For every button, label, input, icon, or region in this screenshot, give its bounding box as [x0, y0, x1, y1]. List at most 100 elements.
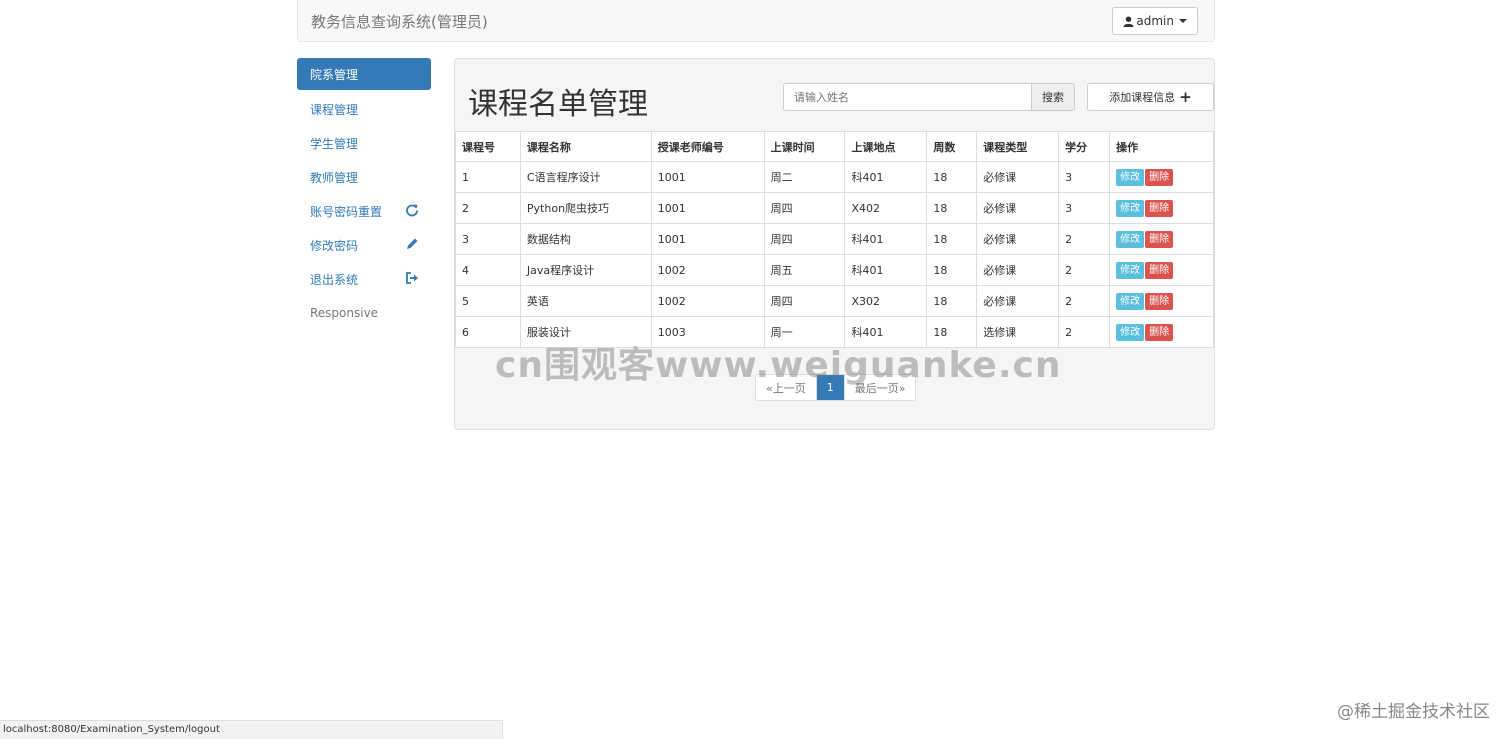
- table-row: 4 Java程序设计 1002 周五 科401 18 必修课 2 修改 删除: [455, 254, 1214, 286]
- sidebar-item-label: 教师管理: [310, 170, 359, 185]
- table-cell: 1001: [650, 161, 765, 193]
- table-cell: 1002: [650, 285, 765, 317]
- table-cell: 周四: [763, 192, 846, 224]
- search-group: 搜索: [783, 83, 1075, 111]
- table-row: 1 C语言程序设计 1001 周二 科401 18 必修课 3 修改 删除: [455, 161, 1214, 193]
- delete-button[interactable]: 删除: [1145, 292, 1174, 310]
- edit-button[interactable]: 修改: [1116, 261, 1145, 279]
- column-header: 课程类型: [976, 131, 1060, 162]
- sidebar-item-courses[interactable]: 课程管理: [297, 92, 431, 126]
- table-cell: 必修课: [976, 161, 1060, 193]
- sidebar-item-label: 修改密码: [310, 238, 359, 253]
- search-input[interactable]: [783, 83, 1032, 111]
- sidebar: 院系管理 课程管理 学生管理 教师管理 账号密码重置 修改密码 退出系统 Res…: [297, 58, 431, 330]
- column-header: 上课地点: [844, 131, 928, 162]
- table-cell: 18: [926, 223, 978, 255]
- edit-button[interactable]: 修改: [1116, 168, 1145, 186]
- delete-button[interactable]: 删除: [1145, 261, 1174, 279]
- table-cell: 2: [1058, 254, 1111, 286]
- table-cell: 18: [926, 285, 978, 317]
- table-cell: 英语: [519, 285, 652, 317]
- table-cell: 4: [455, 254, 521, 286]
- watermark: cn围观客www.weiguanke.cn: [495, 345, 1062, 386]
- sidebar-item-label: 账号密码重置: [310, 204, 383, 219]
- corner-watermark: @稀土掘金技术社区: [1337, 702, 1490, 722]
- plus-icon: +: [1179, 87, 1192, 106]
- sidebar-item-reset-password[interactable]: 账号密码重置: [297, 194, 431, 228]
- user-name: admin: [1136, 14, 1174, 28]
- edit-button[interactable]: 修改: [1116, 292, 1145, 310]
- table-cell: 科401: [844, 161, 928, 193]
- table-cell: 3: [1058, 161, 1111, 193]
- table-cell: 周二: [763, 161, 846, 193]
- table-cell: 数据结构: [519, 223, 652, 255]
- refresh-icon: [406, 204, 418, 217]
- column-header: 课程名称: [519, 131, 652, 162]
- sidebar-item-label: 课程管理: [310, 102, 359, 117]
- table-cell: 周五: [763, 254, 846, 286]
- table-cell: 必修课: [976, 192, 1060, 224]
- search-button[interactable]: 搜索: [1032, 83, 1075, 111]
- column-header: 授课老师编号: [650, 131, 765, 162]
- delete-button[interactable]: 删除: [1145, 199, 1174, 217]
- table-row: 5 英语 1002 周四 X302 18 必修课 2 修改 删除: [455, 285, 1214, 317]
- column-header: 上课时间: [763, 131, 846, 162]
- sidebar-item-label: 退出系统: [310, 272, 359, 287]
- delete-button[interactable]: 删除: [1145, 323, 1174, 341]
- table-cell: Python爬虫技巧: [519, 192, 652, 224]
- table-cell: 科401: [844, 254, 928, 286]
- action-cell: 修改 删除: [1109, 316, 1214, 348]
- sidebar-item-label: 院系管理: [310, 67, 359, 82]
- logout-icon: [406, 272, 418, 284]
- status-bar-url: localhost:8080/Examination_System/logout: [0, 720, 503, 739]
- sidebar-item-logout[interactable]: 退出系统: [297, 262, 431, 296]
- edit-button[interactable]: 修改: [1116, 323, 1145, 341]
- table-cell: 必修课: [976, 223, 1060, 255]
- table-cell: 1001: [650, 192, 765, 224]
- sidebar-item-students[interactable]: 学生管理: [297, 126, 431, 160]
- action-cell: 修改 删除: [1109, 223, 1214, 255]
- table-cell: X302: [844, 285, 928, 317]
- page-title: 课程名单管理: [468, 87, 648, 122]
- table-cell: 2: [1058, 223, 1111, 255]
- column-header: 周数: [926, 131, 978, 162]
- action-cell: 修改 删除: [1109, 161, 1214, 193]
- top-navbar: 教务信息查询系统(管理员) admin: [297, 0, 1215, 42]
- table-cell: C语言程序设计: [519, 161, 652, 193]
- sidebar-item-teachers[interactable]: 教师管理: [297, 160, 431, 194]
- table-cell: 18: [926, 192, 978, 224]
- app-brand[interactable]: 教务信息查询系统(管理员): [311, 11, 488, 32]
- column-header: 学分: [1058, 131, 1111, 162]
- table-header-row: 课程号 课程名称 授课老师编号 上课时间 上课地点 周数 课程类型 学分 操作: [455, 131, 1214, 162]
- table-cell: 必修课: [976, 285, 1060, 317]
- action-cell: 修改 删除: [1109, 285, 1214, 317]
- table-cell: 周四: [763, 223, 846, 255]
- sidebar-item-label: 学生管理: [310, 136, 359, 151]
- add-course-label: 添加课程信息: [1109, 91, 1176, 104]
- edit-button[interactable]: 修改: [1116, 230, 1145, 248]
- table-cell: 3: [1058, 192, 1111, 224]
- sidebar-item-departments[interactable]: 院系管理: [297, 58, 431, 90]
- edit-button[interactable]: 修改: [1116, 199, 1145, 217]
- action-cell: 修改 删除: [1109, 254, 1214, 286]
- user-icon: [1123, 15, 1134, 27]
- table-cell: 周四: [763, 285, 846, 317]
- action-cell: 修改 删除: [1109, 192, 1214, 224]
- table-cell: X402: [844, 192, 928, 224]
- pencil-icon: [407, 238, 418, 249]
- delete-button[interactable]: 删除: [1145, 230, 1174, 248]
- table-cell: 1001: [650, 223, 765, 255]
- column-header: 操作: [1109, 131, 1214, 162]
- table-cell: 5: [455, 285, 521, 317]
- add-course-button[interactable]: 添加课程信息 +: [1087, 83, 1214, 111]
- table-row: 2 Python爬虫技巧 1001 周四 X402 18 必修课 3 修改 删除: [455, 192, 1214, 224]
- user-menu-button[interactable]: admin: [1112, 7, 1198, 35]
- course-table: 课程号 课程名称 授课老师编号 上课时间 上课地点 周数 课程类型 学分 操作 …: [455, 131, 1214, 348]
- sidebar-item-label: Responsive: [310, 306, 379, 320]
- table-cell: Java程序设计: [519, 254, 652, 286]
- sidebar-item-change-password[interactable]: 修改密码: [297, 228, 431, 262]
- chevron-down-icon: [1179, 19, 1187, 23]
- table-cell: 1002: [650, 254, 765, 286]
- table-cell: 18: [926, 254, 978, 286]
- delete-button[interactable]: 删除: [1145, 168, 1174, 186]
